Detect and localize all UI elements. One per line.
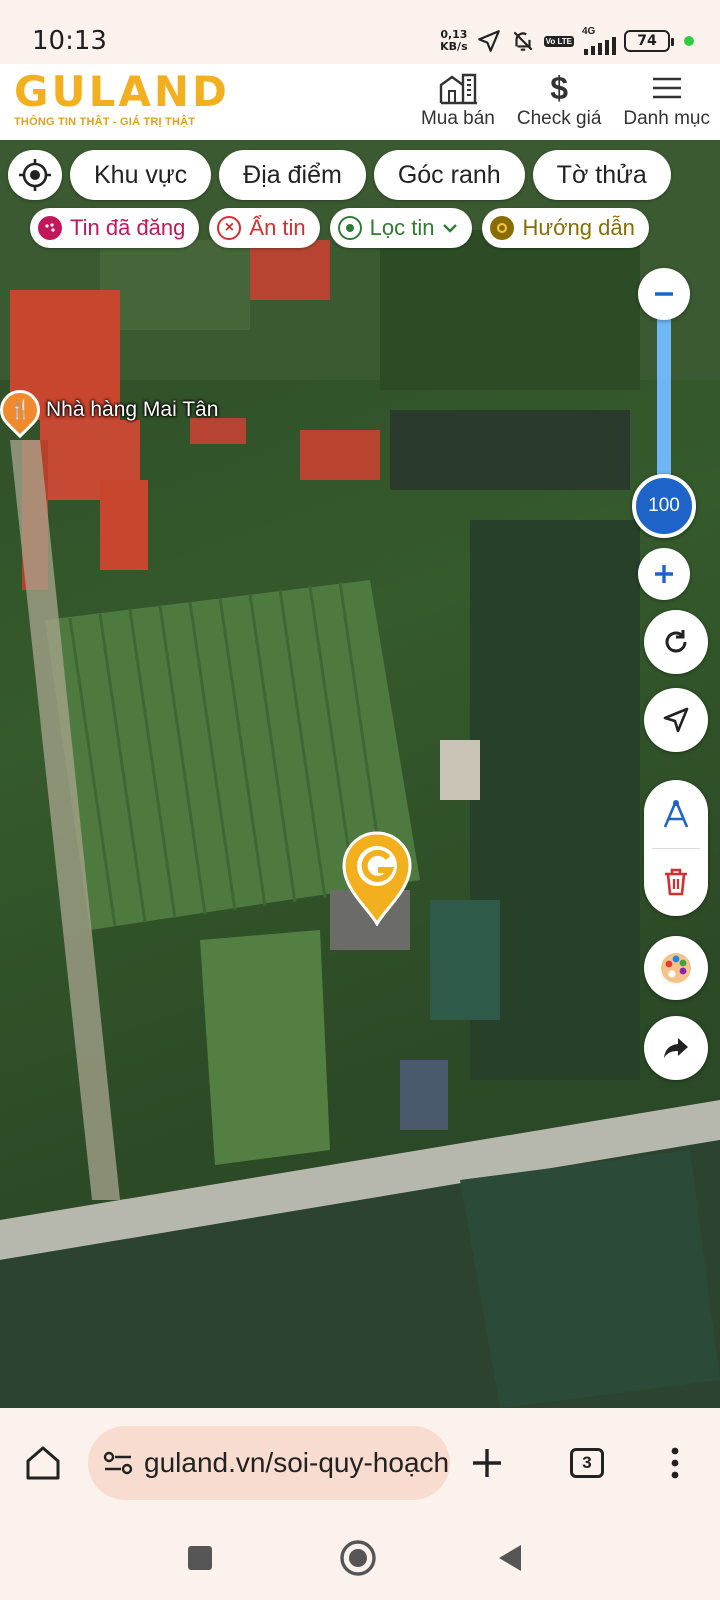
- home-icon: [26, 1446, 60, 1480]
- chip-tin-da-dang[interactable]: Tin đã đăng: [30, 208, 200, 248]
- new-tab-button[interactable]: [462, 1438, 512, 1488]
- site-settings-icon: [103, 1451, 133, 1475]
- signal-icon: [584, 37, 616, 55]
- signal-indicator: 4G: [582, 27, 616, 55]
- status-bar: 10:13 0,13 KB/s Vo LTE 4G 74: [0, 0, 720, 64]
- share-arrow-icon: [664, 1038, 688, 1058]
- plus-icon: [655, 565, 673, 583]
- refresh-button[interactable]: [644, 610, 708, 674]
- map-filter-bar: Khu vực Địa điểm Góc ranh Tờ thửa: [8, 150, 671, 200]
- square-icon: [188, 1546, 212, 1570]
- zoom-in-button[interactable]: [638, 548, 690, 600]
- filter-dia-diem[interactable]: Địa điểm: [219, 150, 366, 200]
- restaurant-icon: 🍴: [0, 381, 49, 439]
- palette-color-icon: [661, 953, 691, 983]
- play-circle-icon: [490, 216, 515, 240]
- poi-nha-hang-mai-tan[interactable]: 🍴 Nhà hàng Mai Tân: [0, 381, 219, 439]
- compass-drawing-icon: [663, 800, 689, 828]
- chip-loc-tin[interactable]: Lọc tin: [329, 208, 473, 248]
- guland-map-marker[interactable]: [340, 830, 414, 931]
- logo-text: GULAND: [14, 67, 230, 116]
- browser-menu-button[interactable]: [650, 1438, 700, 1488]
- measure-tool-group: [644, 780, 708, 916]
- privacy-dot: [684, 36, 694, 46]
- recent-apps-button[interactable]: [176, 1534, 224, 1582]
- back-button[interactable]: [486, 1534, 534, 1582]
- guland-pin-icon: [342, 831, 412, 928]
- nav-danh-muc[interactable]: Danh mục: [623, 68, 710, 130]
- refresh-icon: [665, 630, 687, 653]
- status-time: 10:13: [32, 26, 107, 56]
- satellite-map[interactable]: Khu vực Địa điểm Góc ranh Tờ thửa Tin đã…: [0, 140, 720, 1408]
- status-icons: 0,13 KB/s Vo LTE 4G 74: [440, 26, 694, 56]
- nav-check-gia[interactable]: $ Check giá: [517, 68, 602, 130]
- poi-label: Nhà hàng Mai Tân: [46, 398, 219, 421]
- tab-count: 3: [570, 1448, 604, 1478]
- app-header: GULAND THÔNG TIN THẬT - GIÁ TRỊ THẬT Mua…: [0, 64, 720, 140]
- layer-style-button[interactable]: [644, 936, 708, 1000]
- delete-button[interactable]: [644, 848, 708, 916]
- nav-mua-ban[interactable]: Mua bán: [421, 68, 495, 130]
- back-triangle-icon: [499, 1545, 521, 1571]
- logo-tagline: THÔNG TIN THẬT - GIÁ TRỊ THẬT: [14, 116, 196, 128]
- menu-icon: [652, 77, 681, 99]
- share-button[interactable]: [644, 1016, 708, 1080]
- zoom-slider-track[interactable]: [657, 310, 671, 500]
- chevron-down-icon: [443, 224, 458, 233]
- circle-home-icon: [340, 1540, 376, 1576]
- crosshair-icon: [19, 159, 51, 191]
- battery-indicator: 74: [624, 30, 674, 52]
- building-icon: [439, 73, 477, 105]
- browser-toolbar: guland.vn/soi-quy-hoạch 3: [0, 1408, 720, 1518]
- home-button[interactable]: [18, 1438, 68, 1488]
- dollar-icon: $: [550, 69, 569, 106]
- zoom-out-button[interactable]: [638, 268, 690, 320]
- plus-icon: [473, 1449, 501, 1477]
- filter-khu-vuc[interactable]: Khu vực: [70, 150, 212, 200]
- tab-switcher-button[interactable]: 3: [562, 1438, 612, 1488]
- net-speed: 0,13 KB/s: [440, 28, 468, 53]
- navigate-button[interactable]: [644, 688, 708, 752]
- map-chip-bar: Tin đã đăng × Ẩn tin Lọc tin Hướng dẫn: [30, 208, 649, 248]
- url-bar[interactable]: guland.vn/soi-quy-hoạch: [88, 1426, 450, 1500]
- chip-huong-dan[interactable]: Hướng dẫn: [482, 208, 649, 248]
- header-nav: Mua bán $ Check giá Danh mục: [421, 68, 710, 130]
- home-nav-button[interactable]: [334, 1534, 382, 1582]
- volte-badge: Vo LTE: [543, 35, 574, 47]
- close-circle-icon: ×: [217, 216, 242, 240]
- bell-off-icon: [513, 31, 533, 51]
- minus-icon: [655, 292, 673, 296]
- location-icon: [337, 216, 362, 240]
- filter-to-thua[interactable]: Tờ thửa: [532, 150, 671, 200]
- locate-me-button[interactable]: [8, 150, 62, 200]
- trash-icon: [665, 868, 687, 896]
- satellite-imagery: [0, 140, 720, 1408]
- zoom-level-knob[interactable]: 100: [632, 474, 696, 538]
- location-arrow-icon: [477, 30, 500, 52]
- chip-an-tin[interactable]: × Ẩn tin: [209, 208, 320, 248]
- filter-goc-ranh[interactable]: Góc ranh: [373, 150, 525, 200]
- guland-logo[interactable]: GULAND THÔNG TIN THẬT - GIÁ TRỊ THẬT: [14, 67, 230, 129]
- navigation-arrow-icon: [663, 707, 689, 733]
- more-vert-icon: [671, 1447, 679, 1479]
- measure-button[interactable]: [644, 780, 708, 848]
- palette-icon: [38, 216, 62, 240]
- url-text: guland.vn/soi-quy-hoạch: [144, 1447, 450, 1478]
- system-nav-bar: [0, 1518, 720, 1600]
